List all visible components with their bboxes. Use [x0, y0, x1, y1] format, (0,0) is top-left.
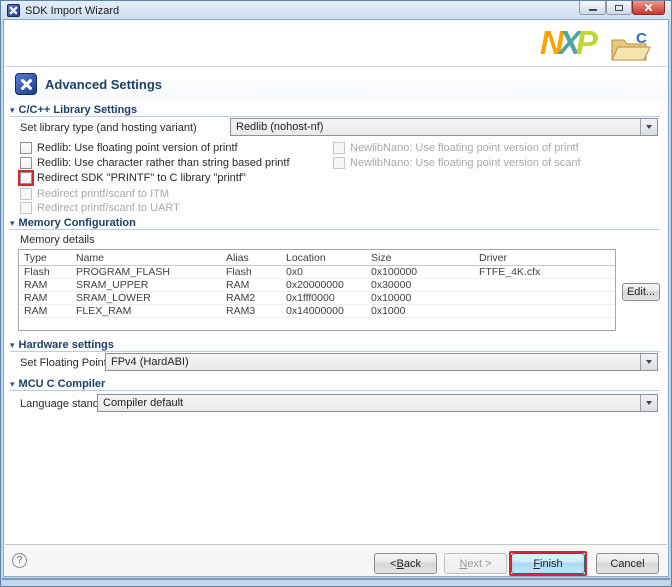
checkbox-label: NewlibNano: Use floating point version o…	[350, 157, 581, 169]
checkbox-redirect-sdk-printf[interactable]: Redirect SDK "PRINTF" to C library "prin…	[20, 171, 246, 185]
section-library-settings[interactable]: ▾ C/C++ Library Settings	[10, 103, 660, 117]
chevron-down-icon[interactable]	[640, 354, 657, 370]
checkbox-box[interactable]	[20, 142, 32, 154]
table-header-row[interactable]: Type Name Alias Location Size Driver	[19, 250, 615, 266]
table-row[interactable]: RAM SRAM_UPPER RAM 0x20000000 0x30000	[19, 279, 615, 292]
floating-point-value: FPv4 (HardABI)	[106, 356, 640, 368]
language-standard-select[interactable]: Compiler default	[97, 394, 658, 412]
title-bar[interactable]: SDK Import Wizard	[1, 1, 671, 20]
minimize-button[interactable]	[579, 1, 606, 15]
advanced-settings-x-icon	[15, 73, 37, 95]
col-size[interactable]: Size	[366, 252, 474, 264]
finish-annotation-box: Finish	[509, 551, 587, 576]
section-title: C/C++ Library Settings	[19, 104, 138, 116]
col-name[interactable]: Name	[71, 252, 221, 264]
checkbox-label: Redlib: Use floating point version of pr…	[37, 142, 238, 154]
memory-details-label: Memory details	[20, 234, 95, 246]
close-button[interactable]	[632, 1, 665, 15]
collapse-twistie-icon[interactable]: ▾	[10, 379, 15, 389]
chevron-down-icon[interactable]	[640, 395, 657, 411]
chevron-down-icon[interactable]	[640, 119, 657, 135]
col-location[interactable]: Location	[281, 252, 366, 264]
checkbox-label: Redirect printf/scanf to UART	[37, 202, 180, 214]
checkbox-box[interactable]	[20, 157, 32, 169]
collapse-twistie-icon[interactable]: ▾	[10, 105, 15, 115]
section-hardware-settings[interactable]: ▾ Hardware settings	[10, 338, 660, 352]
checkbox-label: Redlib: Use character rather than string…	[37, 157, 290, 169]
memory-table[interactable]: Type Name Alias Location Size Driver Fla…	[18, 249, 616, 331]
close-icon	[644, 3, 653, 12]
collapse-twistie-icon[interactable]: ▾	[10, 218, 15, 228]
checkbox-box	[20, 202, 32, 214]
checkbox-box	[333, 157, 345, 169]
table-row[interactable]: RAM FLEX_RAM RAM3 0x14000000 0x1000	[19, 305, 615, 318]
library-type-select[interactable]: Redlib (nohost-nf)	[230, 118, 658, 136]
col-type[interactable]: Type	[19, 252, 71, 264]
page-title: Advanced Settings	[45, 77, 162, 92]
library-type-label: Set library type (and hosting variant)	[20, 122, 197, 134]
advanced-settings-header: Advanced Settings	[5, 68, 667, 100]
checkbox-label: Redirect SDK "PRINTF" to C library "prin…	[37, 172, 246, 184]
nxp-letter-p: P	[576, 26, 595, 60]
section-memory-configuration[interactable]: ▾ Memory Configuration	[10, 216, 660, 230]
window-title: SDK Import Wizard	[25, 5, 119, 17]
checkbox-label: NewlibNano: Use floating point version o…	[350, 142, 579, 154]
checkbox-box-annotated[interactable]	[20, 172, 32, 184]
checkbox-label: Redirect printf/scanf to ITM	[37, 188, 169, 200]
section-title: Memory Configuration	[19, 217, 136, 229]
checkbox-redirect-itm: Redirect printf/scanf to ITM	[20, 187, 169, 201]
nxp-letter-n: N	[540, 26, 561, 60]
col-driver[interactable]: Driver	[474, 252, 615, 264]
window-bottom-edge	[2, 578, 670, 580]
svg-text:C: C	[636, 30, 647, 47]
section-title: Hardware settings	[19, 339, 114, 351]
floating-point-select[interactable]: FPv4 (HardABI)	[105, 353, 658, 371]
c-project-folder-icon: C	[610, 30, 652, 69]
section-mcu-c-compiler[interactable]: ▾ MCU C Compiler	[10, 377, 660, 391]
checkbox-newlibnano-float-printf: NewlibNano: Use floating point version o…	[333, 141, 579, 155]
next-button: Next >	[444, 553, 507, 574]
minimize-icon	[589, 9, 597, 11]
section-title: MCU C Compiler	[19, 378, 106, 390]
table-row[interactable]: RAM SRAM_LOWER RAM2 0x1fff0000 0x10000	[19, 292, 615, 305]
checkbox-box	[333, 142, 345, 154]
finish-button[interactable]: Finish	[511, 553, 585, 574]
language-standard-value: Compiler default	[98, 397, 640, 409]
help-icon: ?	[17, 555, 23, 566]
collapse-twistie-icon[interactable]: ▾	[10, 340, 15, 350]
maximize-button[interactable]	[606, 1, 632, 15]
checkbox-redirect-uart: Redirect printf/scanf to UART	[20, 201, 180, 215]
app-x-icon	[7, 4, 20, 17]
checkbox-newlibnano-float-scanf: NewlibNano: Use floating point version o…	[333, 156, 581, 170]
checkbox-redlib-char-printf[interactable]: Redlib: Use character rather than string…	[20, 156, 290, 170]
col-alias[interactable]: Alias	[221, 252, 281, 264]
library-type-value: Redlib (nohost-nf)	[231, 121, 640, 133]
checkbox-box	[20, 188, 32, 200]
cancel-button[interactable]: Cancel	[596, 553, 659, 574]
nxp-logo: N X P	[540, 26, 595, 60]
back-button[interactable]: < Back	[374, 553, 437, 574]
table-row[interactable]: Flash PROGRAM_FLASH Flash 0x0 0x100000 F…	[19, 266, 615, 279]
maximize-icon	[615, 5, 623, 11]
help-button[interactable]: ?	[12, 553, 27, 568]
sdk-import-wizard-window: SDK Import Wizard N X P C Advanced Setti…	[0, 0, 672, 587]
checkbox-redlib-float-printf[interactable]: Redlib: Use floating point version of pr…	[20, 141, 238, 155]
edit-button[interactable]: Edit...	[622, 283, 660, 301]
